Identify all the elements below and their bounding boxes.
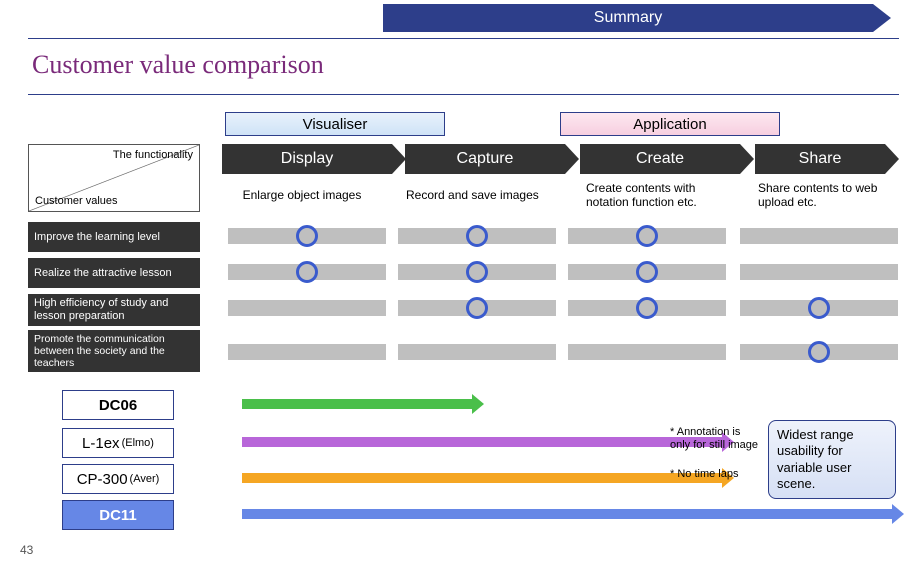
- check-icon: [636, 261, 658, 283]
- range-bar: [242, 437, 722, 447]
- category-application: Application: [560, 112, 780, 136]
- callout-widest-range: Widest range usability for variable user…: [768, 420, 896, 499]
- page-number: 43: [20, 543, 33, 557]
- desc-display: Enlarge object images: [212, 180, 392, 212]
- range-bar: [242, 509, 892, 519]
- product-label: DC06: [62, 390, 174, 420]
- desc-share: Share contents to web upload etc.: [752, 180, 897, 212]
- row-improve-learning: Improve the learning level: [28, 222, 899, 252]
- divider: [28, 94, 899, 95]
- range-bar: [242, 399, 472, 409]
- divider: [28, 38, 899, 39]
- product-label: L-1ex(Elmo): [62, 428, 174, 458]
- check-icon: [296, 261, 318, 283]
- note-timelapse: * No time laps: [670, 468, 760, 481]
- check-icon: [466, 297, 488, 319]
- row-communication: Promote the communication between the so…: [28, 330, 899, 372]
- desc-create: Create contents with notation function e…: [580, 180, 740, 212]
- row-label: High efficiency of study and lesson prep…: [28, 294, 200, 326]
- desc-capture: Record and save images: [400, 180, 570, 212]
- check-icon: [808, 341, 830, 363]
- check-icon: [466, 261, 488, 283]
- func-create: Create: [580, 144, 740, 174]
- check-icon: [636, 297, 658, 319]
- row-label: Promote the communication between the so…: [28, 330, 200, 372]
- func-share: Share: [755, 144, 885, 174]
- check-icon: [636, 225, 658, 247]
- product-label: CP-300(Aver): [62, 464, 174, 494]
- row-label: Improve the learning level: [28, 222, 200, 252]
- check-icon: [466, 225, 488, 247]
- func-display: Display: [222, 144, 392, 174]
- row-label: Realize the attractive lesson: [28, 258, 200, 288]
- page-title: Customer value comparison: [32, 50, 324, 80]
- check-icon: [296, 225, 318, 247]
- category-visualiser: Visualiser: [225, 112, 445, 136]
- note-annotation: * Annotation is only for still image: [670, 426, 760, 452]
- row-attractive-lesson: Realize the attractive lesson: [28, 258, 899, 288]
- range-bar: [242, 473, 722, 483]
- check-icon: [808, 297, 830, 319]
- header-corner: The functionality Customer values: [28, 144, 200, 212]
- corner-customer-values-label: Customer values: [35, 195, 118, 207]
- product-label: DC11: [62, 500, 174, 530]
- corner-functionality-label: The functionality: [113, 149, 193, 161]
- func-capture: Capture: [405, 144, 565, 174]
- row-efficiency: High efficiency of study and lesson prep…: [28, 294, 899, 326]
- section-banner: Summary: [383, 4, 873, 32]
